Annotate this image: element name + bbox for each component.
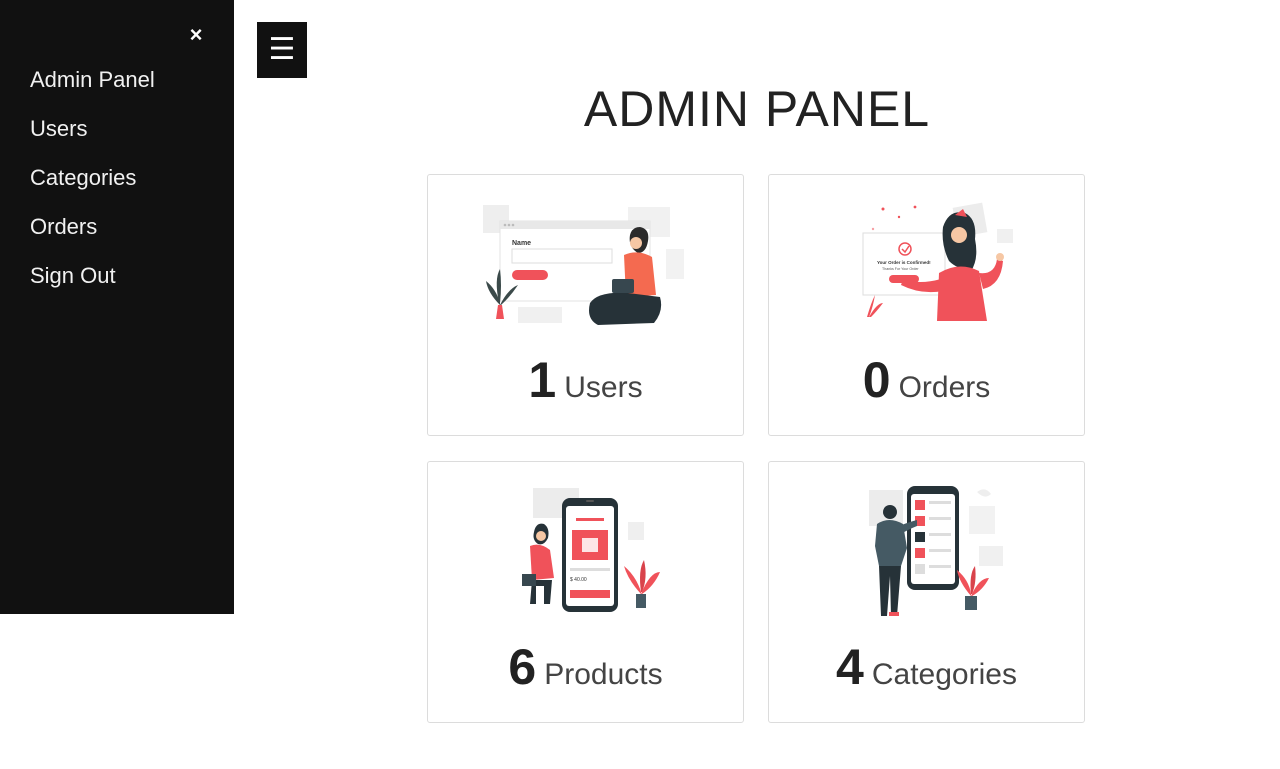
orders-card[interactable]: Your Order is Confirmed! Thanks For Your… [768, 174, 1085, 436]
products-card[interactable]: $ 40.00 6 Products [427, 461, 744, 723]
orders-count: 0 [862, 352, 891, 408]
sidebar-item-users[interactable]: Users [30, 111, 155, 160]
svg-text:Thanks For Your Order: Thanks For Your Order [882, 267, 919, 271]
svg-text:Your Order is Confirmed!: Your Order is Confirmed! [877, 260, 931, 265]
order-confirmed-illustration: Your Order is Confirmed! Thanks For Your… [862, 202, 1013, 321]
categories-card[interactable]: 4 Categories [768, 461, 1085, 723]
products-count: 6 [508, 639, 537, 695]
sidebar-item-sign-out[interactable]: Sign Out [30, 258, 155, 307]
products-label: Products [544, 658, 663, 691]
page-title: ADMIN PANEL [583, 81, 931, 137]
categories-count: 4 [836, 639, 864, 695]
users-card[interactable]: Name 1 Users [427, 174, 744, 436]
users-stat: 1 Users [428, 351, 743, 409]
sidebar-item-categories[interactable]: Categories [30, 160, 155, 209]
sidebar-item-orders[interactable]: Orders [30, 209, 155, 258]
sidebar: × Admin Panel Users Categories Orders Si… [0, 0, 234, 614]
users-label: Users [564, 371, 643, 404]
categories-stat: 4 Categories [769, 638, 1084, 696]
products-stat: 6 Products [428, 638, 743, 696]
user-form-illustration: Name [483, 205, 684, 325]
phone-shopping-illustration: $ 40.00 [522, 488, 660, 612]
hamburger-icon: ☰ [268, 33, 296, 66]
category-browsing-illustration [869, 486, 1003, 616]
svg-text:$ 40.00: $ 40.00 [570, 577, 587, 583]
orders-stat: 0 Orders [769, 351, 1084, 409]
hamburger-menu-button[interactable]: ☰ [257, 22, 307, 78]
sidebar-item-admin-panel[interactable]: Admin Panel [30, 62, 155, 111]
close-sidebar-icon[interactable]: × [184, 22, 208, 48]
svg-text:Name: Name [512, 240, 531, 247]
sidebar-nav: Admin Panel Users Categories Orders Sign… [30, 62, 155, 307]
users-count: 1 [528, 352, 557, 408]
orders-label: Orders [898, 371, 991, 404]
categories-label: Categories [871, 658, 1017, 691]
